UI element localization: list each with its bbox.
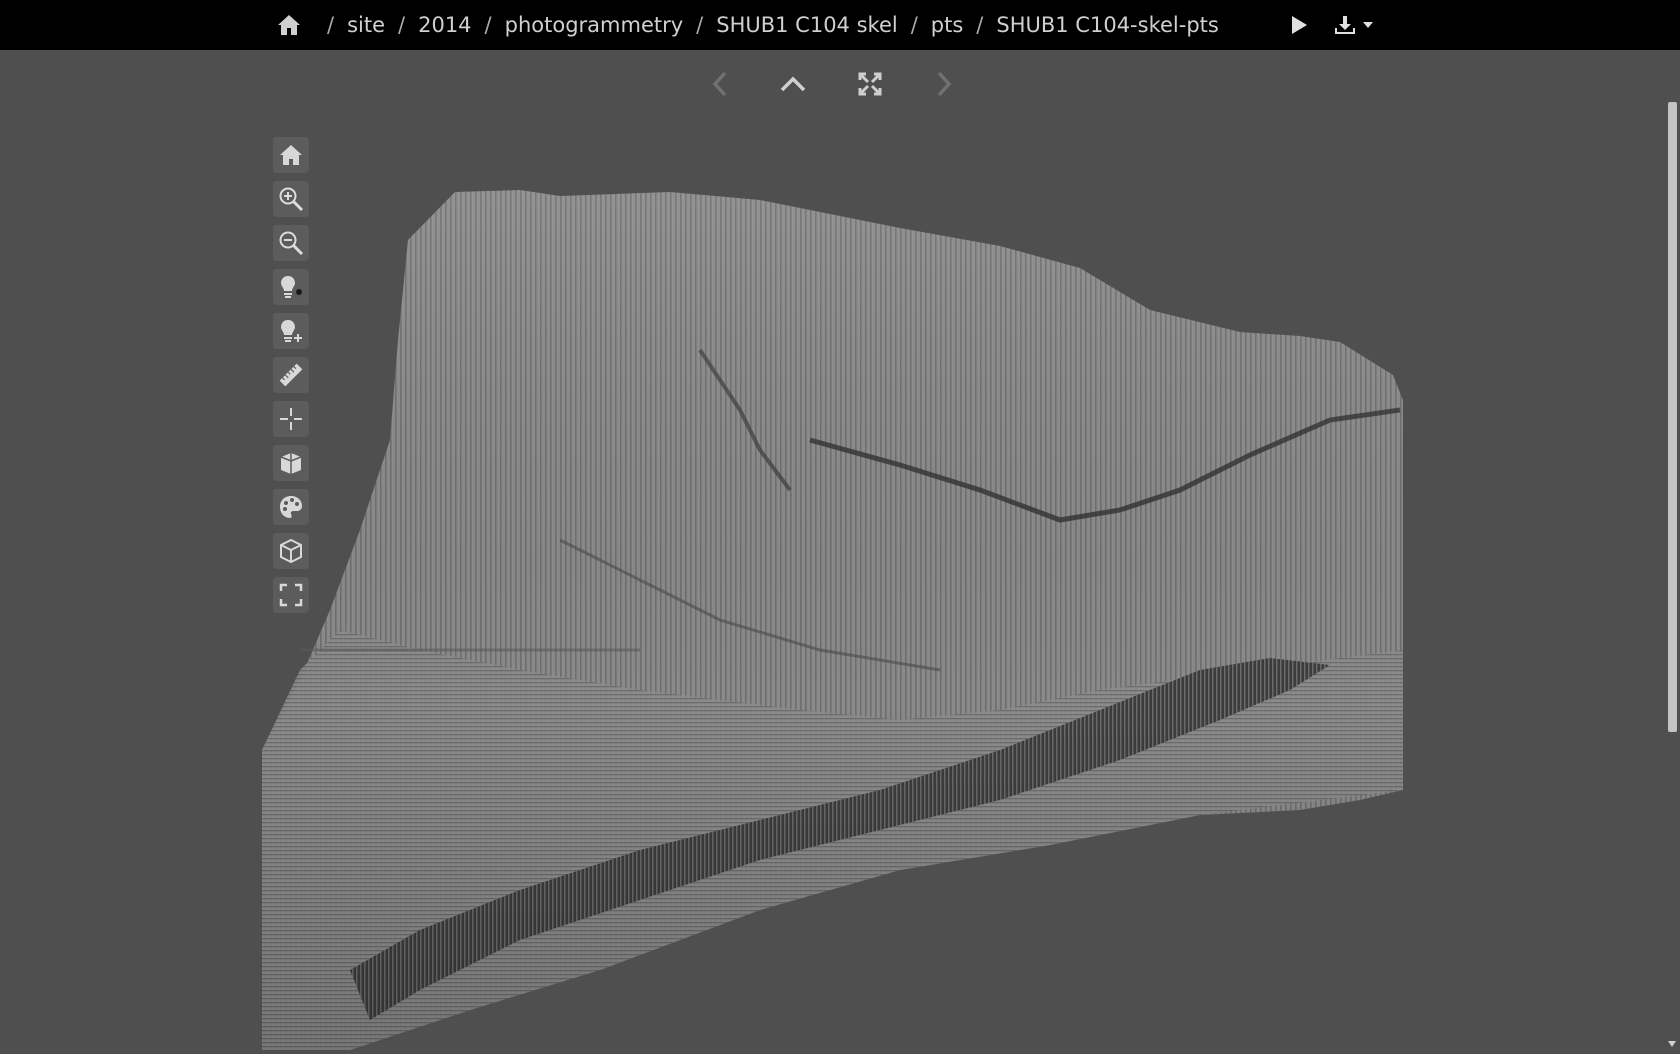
download-button[interactable]: [1334, 15, 1374, 35]
breadcrumb-item-photogrammetry[interactable]: photogrammetry: [505, 13, 684, 37]
zoom-in-icon: [279, 187, 304, 212]
color-icon: [280, 496, 302, 518]
pick-point-icon: [280, 408, 302, 430]
light-add-button[interactable]: [273, 313, 309, 349]
previous-button[interactable]: [704, 68, 736, 100]
scroll-down-arrow-icon[interactable]: [1667, 1040, 1677, 1048]
orthographic-button[interactable]: [273, 533, 309, 569]
expand-icon: [858, 72, 882, 96]
measure-button[interactable]: [273, 357, 309, 393]
breadcrumb-item-2014[interactable]: 2014: [418, 13, 471, 37]
play-icon: [1292, 16, 1307, 34]
color-button[interactable]: [273, 489, 309, 525]
breadcrumb-item-pts[interactable]: pts: [931, 13, 964, 37]
home-icon: [280, 145, 302, 165]
point-cloud-model: [262, 190, 1403, 1050]
chevron-up-icon: [780, 76, 806, 92]
zoom-out-button[interactable]: [273, 225, 309, 261]
light-toggle-icon: [281, 276, 302, 298]
breadcrumb-item-site[interactable]: site: [347, 13, 385, 37]
zoom-out-icon: [279, 231, 304, 256]
top-actions: [1290, 0, 1374, 50]
download-icon: [1335, 16, 1355, 34]
breadcrumb-separator: /: [484, 13, 492, 37]
section-button[interactable]: [273, 445, 309, 481]
caret-down-icon: [1363, 22, 1373, 28]
point-cloud-viewer[interactable]: [0, 110, 1664, 1050]
scrollbar-thumb[interactable]: [1668, 102, 1677, 732]
breadcrumb-current-item: SHUB1 C104-skel-pts: [996, 13, 1219, 37]
up-button[interactable]: [777, 68, 809, 100]
measure-icon: [279, 363, 303, 387]
breadcrumb-item-shub1-c104-skel[interactable]: SHUB1 C104 skel: [716, 13, 897, 37]
orthographic-cube-icon: [280, 538, 302, 564]
section-icon: [280, 453, 302, 474]
slideshow-button[interactable]: [1290, 15, 1308, 35]
breadcrumb-separator: /: [910, 13, 918, 37]
light-add-icon: [281, 320, 302, 342]
top-bar: / site / 2014 / photogrammetry / SHUB1 C…: [0, 0, 1680, 50]
light-toggle-button[interactable]: [273, 269, 309, 305]
reset-view-button[interactable]: [273, 137, 309, 173]
fullscreen-button[interactable]: [273, 577, 309, 613]
image-navigation: [0, 68, 1680, 104]
vertical-scrollbar[interactable]: [1664, 50, 1680, 1050]
breadcrumb-separator: /: [976, 13, 984, 37]
breadcrumb-separator: /: [696, 13, 704, 37]
breadcrumb-separator: /: [327, 13, 335, 37]
next-button[interactable]: [928, 68, 960, 100]
breadcrumb: / site / 2014 / photogrammetry / SHUB1 C…: [275, 0, 1219, 50]
fullscreen-icon: [279, 583, 303, 607]
chevron-left-icon: [712, 71, 727, 97]
home-icon[interactable]: [277, 14, 301, 36]
expand-button[interactable]: [854, 68, 886, 100]
zoom-in-button[interactable]: [273, 181, 309, 217]
pick-point-button[interactable]: [273, 401, 309, 437]
breadcrumb-separator: /: [398, 13, 406, 37]
chevron-right-icon: [937, 71, 952, 97]
